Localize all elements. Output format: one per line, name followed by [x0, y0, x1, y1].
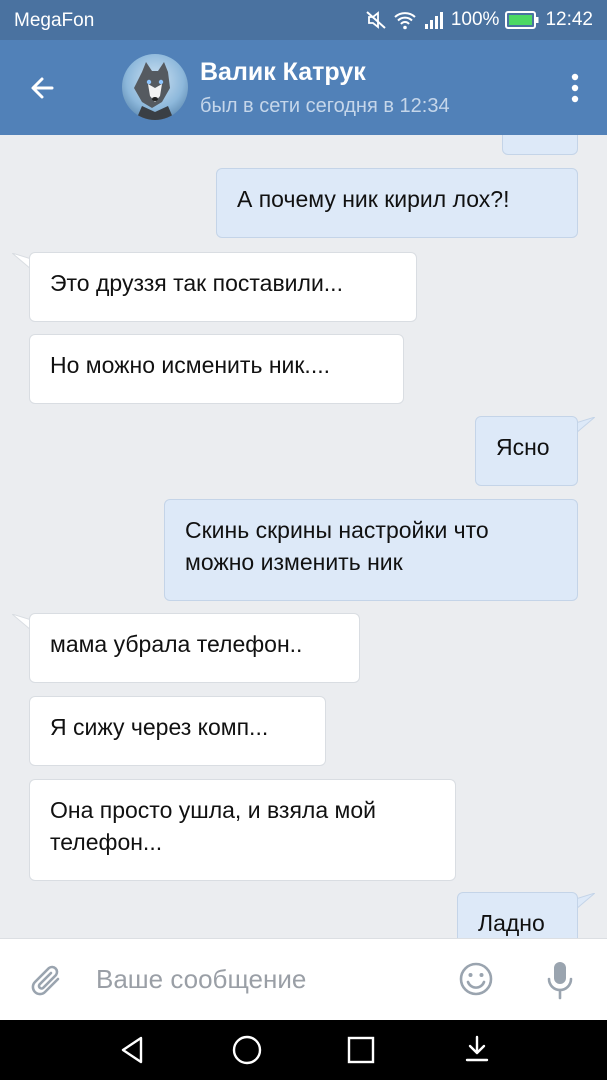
system-navigation-bar	[0, 1020, 607, 1080]
more-options-button[interactable]	[565, 70, 585, 106]
carrier-name: MegaFon	[14, 10, 95, 31]
message-bubble-outgoing[interactable]: Скинь скрины настройки что можно изменит…	[164, 499, 578, 601]
message-bubble-incoming[interactable]: Это друззя так поставили...	[29, 252, 417, 322]
message-list[interactable]: А почему ник кирил лох?! Это друззя так …	[0, 135, 607, 938]
message-bubble-incoming[interactable]: Но можно исменить ник....	[29, 334, 404, 404]
battery-percent: 100%	[450, 9, 500, 30]
message-bubble-outgoing[interactable]: А почему ник кирил лох?!	[216, 168, 578, 238]
message-text: Это друззя так поставили...	[50, 270, 343, 296]
status-bar: MegaFon 100% 12:42	[0, 0, 607, 40]
signal-icon	[423, 10, 445, 30]
contact-last-seen: был в сети сегодня в 12:34	[200, 95, 450, 117]
nav-recents-button[interactable]	[344, 1033, 378, 1067]
back-button[interactable]	[22, 68, 62, 108]
message-text: А почему ник кирил лох?!	[237, 186, 510, 212]
message-bubble-outgoing[interactable]	[502, 135, 578, 155]
message-bubble-outgoing[interactable]: Ладно	[457, 892, 578, 938]
contact-name[interactable]: Валик Катрук	[200, 58, 366, 87]
nav-notifications-button[interactable]	[460, 1033, 494, 1067]
nav-back-button[interactable]	[115, 1033, 149, 1067]
attach-icon	[31, 965, 60, 996]
status-icons: 100% 12:42	[365, 9, 593, 31]
message-bubble-incoming[interactable]: мама убрала телефон..	[29, 613, 360, 683]
message-text: мама убрала телефон..	[50, 631, 303, 657]
message-composer	[0, 938, 607, 1021]
emoji-icon	[459, 962, 493, 996]
nav-home-button[interactable]	[230, 1033, 264, 1067]
chat-header: Валик Катрук был в сети сегодня в 12:34	[0, 40, 607, 135]
attach-button[interactable]	[30, 961, 66, 1001]
message-text: Скинь скрины настройки что можно изменит…	[185, 517, 489, 575]
wifi-icon	[393, 10, 417, 30]
emoji-button[interactable]	[458, 961, 494, 997]
message-text: Ясно	[496, 434, 550, 460]
more-vert-icon	[571, 73, 579, 103]
nav-notifications-icon	[465, 1035, 489, 1062]
battery-icon	[505, 11, 539, 29]
avatar[interactable]	[122, 54, 188, 120]
nav-recents-icon	[347, 1036, 375, 1064]
message-text: Ладно	[478, 910, 545, 936]
mute-icon	[365, 10, 387, 30]
message-text: Но можно исменить ник....	[50, 352, 330, 378]
nav-back-icon	[121, 1036, 143, 1064]
message-text: Я сижу через комп...	[50, 714, 269, 740]
message-bubble-outgoing[interactable]: Ясно	[475, 416, 578, 486]
back-arrow-icon	[31, 77, 54, 99]
mic-icon	[547, 962, 573, 1000]
clock: 12:42	[545, 9, 593, 30]
message-bubble-incoming[interactable]: Она просто ушла, и взяла мой телефон...	[29, 779, 456, 881]
message-input[interactable]	[96, 959, 436, 999]
voice-message-button[interactable]	[546, 959, 574, 1001]
husky-avatar-image	[134, 62, 174, 120]
message-bubble-incoming[interactable]: Я сижу через комп...	[29, 696, 326, 766]
message-text: Она просто ушла, и взяла мой телефон...	[50, 797, 376, 855]
nav-home-icon	[232, 1035, 262, 1065]
